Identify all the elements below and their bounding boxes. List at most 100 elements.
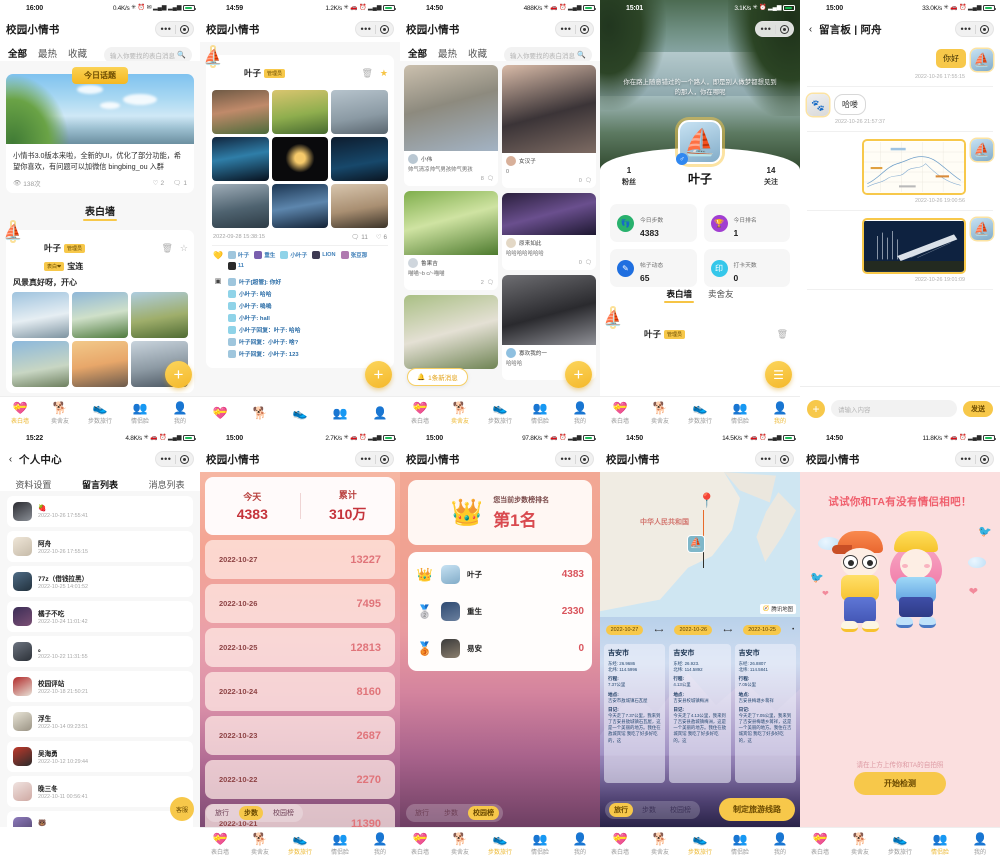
tabbar-item-sell-roommate[interactable]: 🐕卖舍友 [441,402,479,425]
gallery-image[interactable] [212,137,269,181]
tabbar-item-confession-wall[interactable]: 💝表白墙 [801,833,839,856]
card-comment-count[interactable]: 2🗨 [408,280,494,286]
tabbar-item-couple-face[interactable]: 👥情侣脸 [721,402,759,425]
more-icon[interactable]: ••• [560,26,571,33]
segment-steps[interactable]: 步数 [637,803,661,817]
miniprogram-capsule[interactable]: ••• [155,451,194,467]
feed-card[interactable]: 原来如此 哈哈哈哈哈哈哈 0🗨 [502,193,596,270]
close-target-icon[interactable] [380,25,389,34]
tabbar-item-couple-face[interactable]: 👥情侣脸 [721,833,759,856]
like-button[interactable]: ♡ 2 [153,179,164,187]
list-item[interactable]: 小叶子: 嗚嗚 [228,301,388,310]
more-icon[interactable]: ••• [360,456,371,463]
card-user[interactable]: 小伟 [408,154,494,164]
table-row[interactable]: 2022-10-2713227 [205,540,395,579]
tabbar-item-confession-wall[interactable]: 💝表白墙 [401,402,439,425]
tabbar-item-mine[interactable]: 👤 [361,407,399,420]
trip-date-chip[interactable]: 2022-10-26 [674,625,712,635]
segment-travel[interactable]: 旅行 [410,806,434,820]
list-item[interactable]: 阿舟2022-10-26 17:55:15 [7,531,193,562]
gallery-image[interactable] [272,90,329,134]
profile-post-list[interactable]: 叶子 管理员 🗑 [606,308,794,396]
gallery-image[interactable] [131,292,188,338]
tabbar-item-sell-roommate[interactable]: 🐕卖舍友 [241,833,279,856]
chat-bubble[interactable]: 你好 [936,49,966,68]
avatar[interactable] [807,94,829,116]
stat-card-posts[interactable]: ✎ 帖子动态 65 [610,249,697,287]
tabbar-item-sell-roommate[interactable]: 🐕 [241,407,279,420]
more-icon[interactable]: ••• [960,26,971,33]
add-post-button[interactable]: + [365,361,392,388]
card-comment-count[interactable]: 0🗨 [506,260,592,266]
liker-chip[interactable]: 11 [228,262,244,270]
miniprogram-capsule[interactable]: ••• [355,21,394,37]
stat-card-today-rank[interactable]: 🏆 今日排名 1 [704,204,791,242]
table-row[interactable]: 2022-10-267495 [205,584,395,623]
feed-scroll[interactable]: 今日话题 小情书3.0版本来啦，全新的UI，优化了部分功能，希望你喜欢，有问题可… [0,61,200,396]
avatar[interactable] [971,218,993,240]
card-user[interactable]: 鲁果吉 [408,258,494,268]
list-item[interactable]: 小叶子: 哈哈 [228,289,388,298]
tabbar-item-mine[interactable]: 👤我的 [761,833,799,856]
gallery-image[interactable] [331,90,388,134]
more-icon[interactable]: ••• [760,26,771,33]
segment-steps[interactable]: 步数 [439,806,463,820]
gallery-image[interactable] [212,90,269,134]
tabbar-item-mine[interactable]: 👤我的 [761,402,799,425]
add-post-button[interactable]: + [565,361,592,388]
tabbar-item-steps-travel[interactable]: 👟步数旅行 [481,833,519,856]
list-item[interactable]: 校园评站2022-10-18 21:50:21 [7,671,193,702]
add-post-button[interactable]: + [165,361,192,388]
search-icon[interactable]: 🔍 [177,51,186,59]
feed-card[interactable]: 鲁果吉 喵喵~b c/~喵喵 2🗨 [404,191,498,290]
tabbar-item-confession-wall[interactable]: 💝 [201,407,239,420]
stat-card-today-steps[interactable]: 👣 今日步数 4383 [610,204,697,242]
list-item[interactable]: 🍓2022-10-26 17:55:41 [7,496,193,527]
avatar[interactable] [212,48,214,66]
liker-chip[interactable]: LION [312,251,335,259]
topic-post[interactable]: 小情书3.0版本来啦，全新的UI，优化了部分功能，希望你喜欢，有问题可以加微信 … [6,74,194,193]
comment-button[interactable]: 🗨 11 [351,233,368,241]
table-row[interactable]: 2022-10-222270 [205,760,395,799]
subtab-sell-roommate[interactable]: 卖舍友 [708,288,734,303]
gallery-image[interactable] [272,137,329,181]
search-icon[interactable]: 🔍 [577,51,586,59]
gallery-image[interactable] [272,184,329,228]
miniprogram-capsule[interactable]: ••• [955,451,994,467]
new-message-toast[interactable]: 🔔 1条新消息 [407,368,468,386]
tabbar-item-steps-travel[interactable]: 👟 步数旅行 [81,402,119,425]
tabbar-item-couple-face[interactable]: 👥 [321,407,359,420]
tabbar-item-couple-face[interactable]: 👥情侣脸 [521,833,559,856]
tabbar-item-mine[interactable]: 👤我的 [361,833,399,856]
trip-date-chip[interactable]: 2022-10-25 [743,625,781,635]
close-target-icon[interactable] [580,25,589,34]
table-row[interactable]: 2022-10-232687 [205,716,395,755]
message-input[interactable]: 请输入内容 [831,400,957,417]
start-detect-button[interactable]: 开始检测 [854,772,946,795]
card-user[interactable]: 女汉子 [506,156,592,166]
following-stat[interactable]: 14 关注 [754,166,788,187]
back-icon[interactable]: ‹ [806,24,815,35]
tabbar-item-sell-roommate[interactable]: 🐕卖舍友 [841,833,879,856]
list-item[interactable]: 橘子不吃2022-10-24 11:01:42 [7,601,193,632]
table-row[interactable]: 🥈 重生 2330 [416,593,584,630]
stat-card-checkin-days[interactable]: 印 打卡天数 0 [704,249,791,287]
more-icon[interactable]: ••• [360,26,371,33]
tabbar-item-mine[interactable]: 👤我的 [561,402,599,425]
tabbar-item-sell-roommate[interactable]: 🐕卖舍友 [641,833,679,856]
close-target-icon[interactable] [980,455,989,464]
avatar[interactable] [612,309,614,327]
chat-scroll[interactable]: 你好 2022-10-26 17:55:15 哈喽 2022-10-26 21:… [800,42,1000,386]
tabbar-item-steps-travel[interactable]: 👟步数旅行 [281,833,319,856]
segment-travel[interactable]: 旅行 [609,803,633,817]
message-list-scroll[interactable]: 🍓2022-10-26 17:55:41 阿舟2022-10-26 17:55:… [0,491,200,827]
segment-campus-rank[interactable]: 校园榜 [468,806,499,820]
feed-card[interactable]: 小伟 帅气清凉帅气男孩帅气男孩 8🗨 [404,65,498,186]
tabbar-item-mine[interactable]: 👤我的 [961,833,999,856]
tabbar-item-steps-travel[interactable]: 👟 [281,407,319,420]
list-item[interactable]: 浮生2022-10-14 09:23:51 [7,706,193,737]
card-user[interactable]: 寡欢我的一 [506,348,592,358]
miniprogram-capsule[interactable]: ••• [355,451,394,467]
back-icon[interactable]: ‹ [6,454,15,465]
post-card[interactable]: 叶子 管理员 🗑 [606,316,794,352]
